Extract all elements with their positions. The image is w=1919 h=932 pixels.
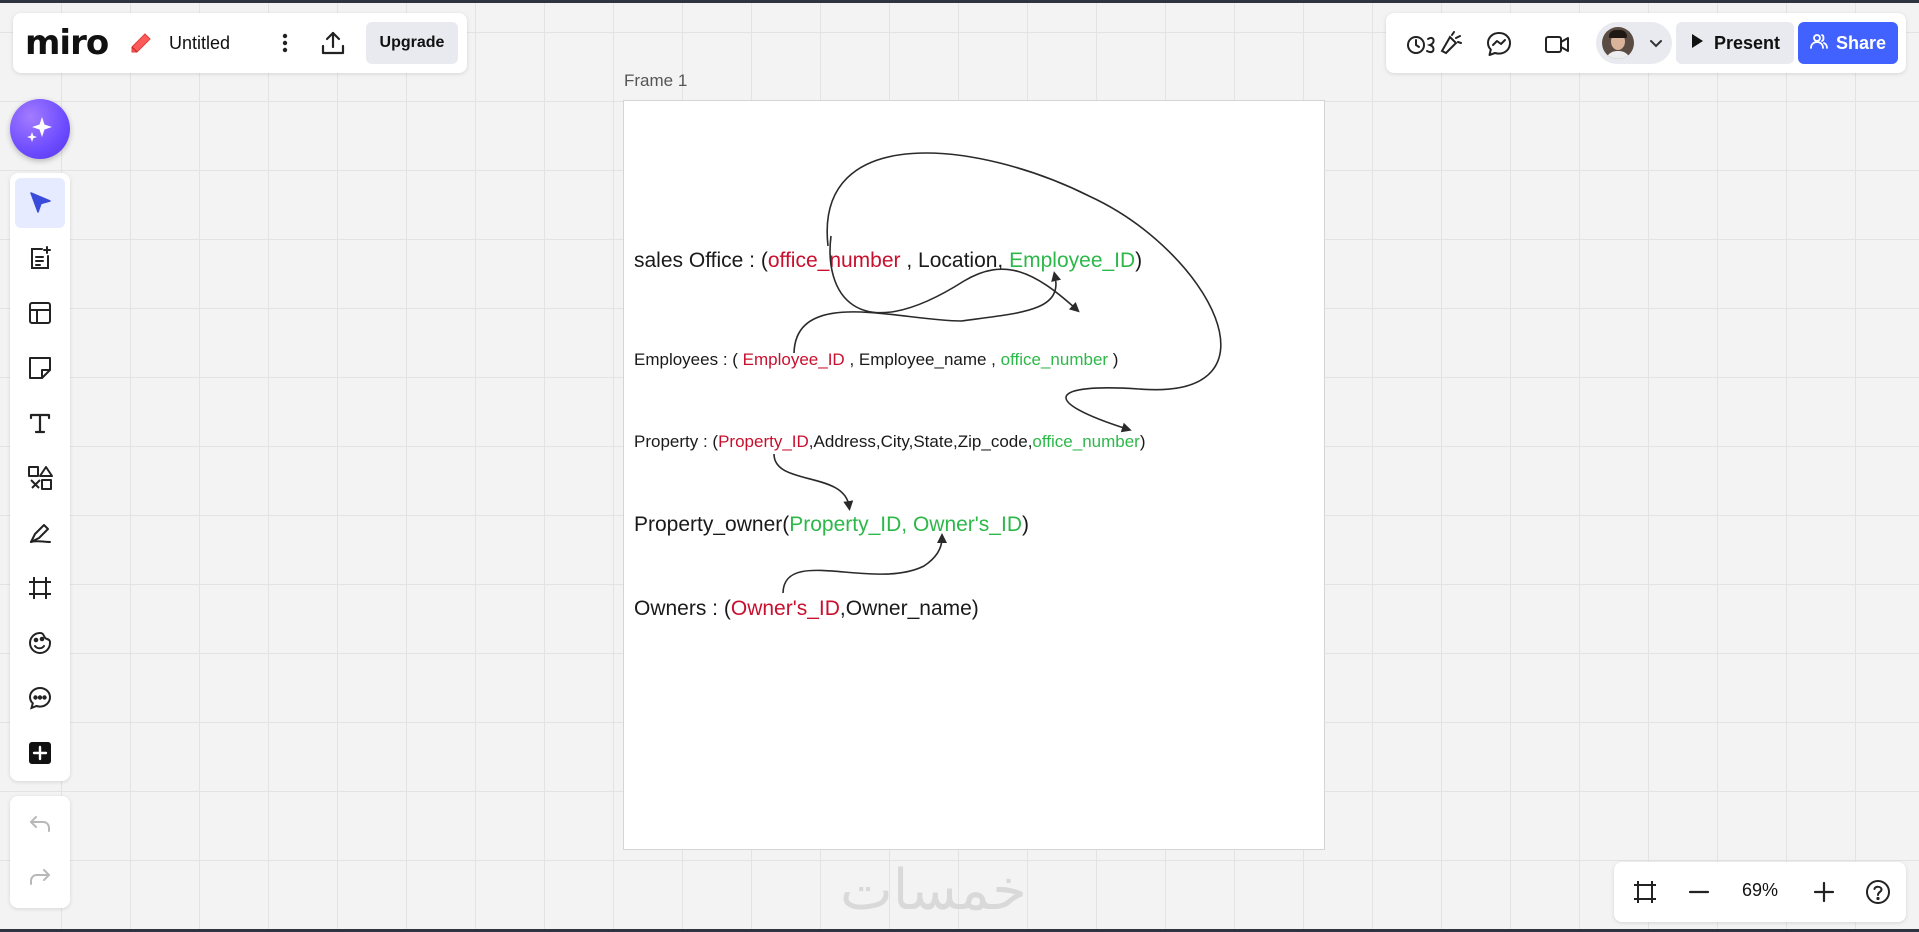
comment-icon <box>28 686 52 710</box>
top-border <box>0 0 1919 3</box>
ai-sparkle-icon <box>27 117 52 142</box>
frame-title[interactable]: Frame 1 <box>624 71 687 91</box>
present-button[interactable]: Present <box>1676 22 1794 64</box>
arrow-employee-to-office[interactable] <box>793 271 1061 354</box>
present-play-icon <box>1690 33 1704 54</box>
sticky-note-icon <box>29 357 51 379</box>
left-toolbar <box>10 173 70 781</box>
pen-icon <box>30 524 51 543</box>
share-people-icon <box>1810 32 1828 55</box>
chat-icon[interactable] <box>1484 29 1514 59</box>
miro-logo[interactable]: miro <box>25 23 109 63</box>
history-toolbar <box>10 796 70 908</box>
relationship-arrows <box>773 152 1222 594</box>
pen-tool[interactable] <box>15 508 65 558</box>
watermark-logo: خمسات <box>840 858 1027 923</box>
zoom-controls: 69% <box>1614 862 1906 922</box>
templates-tool[interactable] <box>15 288 65 338</box>
upgrade-button[interactable]: Upgrade <box>366 22 458 64</box>
redo-icon <box>30 869 50 885</box>
redo-button[interactable] <box>15 854 65 904</box>
reactions-icon[interactable] <box>1406 29 1462 59</box>
comment-tool[interactable] <box>15 673 65 723</box>
templates-icon <box>29 302 51 324</box>
shapes-icon <box>28 466 53 490</box>
arrow-office-to-employees[interactable] <box>829 235 1080 314</box>
sticker-icon <box>29 631 52 654</box>
arrow-property-to-owner[interactable] <box>773 453 854 511</box>
more-icon[interactable] <box>273 31 297 55</box>
select-cursor-icon <box>30 192 51 213</box>
help-icon[interactable] <box>1863 877 1893 907</box>
zoom-level[interactable]: 69% <box>1730 880 1790 901</box>
pencil-icon <box>129 31 153 55</box>
avatar <box>1602 27 1634 59</box>
arrow-office-to-property[interactable] <box>826 152 1222 433</box>
frame-tool[interactable] <box>15 563 65 613</box>
zoom-out-icon[interactable] <box>1684 877 1714 907</box>
board-header: miro Untitled Upgrade <box>13 13 467 73</box>
share-button[interactable]: Share <box>1798 22 1898 64</box>
shapes-tool[interactable] <box>15 453 65 503</box>
frame[interactable]: sales Office : (office_number , Location… <box>623 100 1325 850</box>
text-tool[interactable] <box>15 398 65 448</box>
select-tool[interactable] <box>15 178 65 228</box>
frame-icon <box>29 577 51 599</box>
board-name[interactable]: Untitled <box>169 33 230 54</box>
arrow-owners-to-property-owner[interactable] <box>782 533 947 594</box>
notes-tool[interactable] <box>15 233 65 283</box>
export-icon[interactable] <box>319 29 347 57</box>
text-icon <box>29 413 51 434</box>
undo-icon <box>30 816 50 832</box>
collab-toolbar: Present Share <box>1386 13 1906 73</box>
chevron-down-icon <box>1648 35 1664 51</box>
ai-assist-button[interactable] <box>10 99 70 159</box>
user-menu[interactable] <box>1596 22 1672 64</box>
share-label: Share <box>1835 32 1887 53</box>
fit-frame-icon[interactable] <box>1630 877 1660 907</box>
undo-button[interactable] <box>15 801 65 851</box>
more-tools-icon <box>29 742 51 764</box>
zoom-in-icon[interactable] <box>1809 877 1839 907</box>
present-label: Present <box>1713 32 1781 53</box>
video-icon[interactable] <box>1542 29 1572 59</box>
more-tools-button[interactable] <box>15 728 65 778</box>
notes-icon <box>31 246 51 269</box>
sticky-note-tool[interactable] <box>15 343 65 393</box>
sticker-tool[interactable] <box>15 618 65 668</box>
